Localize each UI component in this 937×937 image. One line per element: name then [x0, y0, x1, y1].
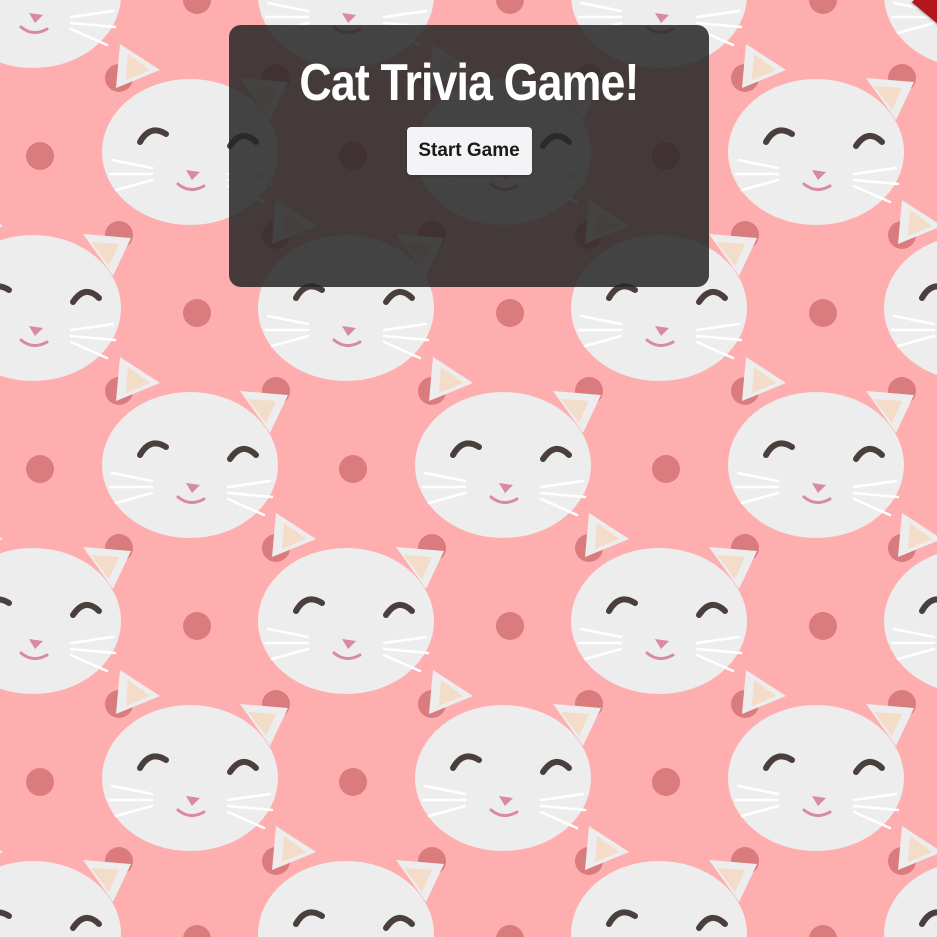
start-game-button[interactable]: Start Game	[406, 127, 532, 175]
start-panel: Cat Trivia Game! Start Game	[229, 25, 709, 287]
page-title: Cat Trivia Game!	[299, 54, 639, 112]
